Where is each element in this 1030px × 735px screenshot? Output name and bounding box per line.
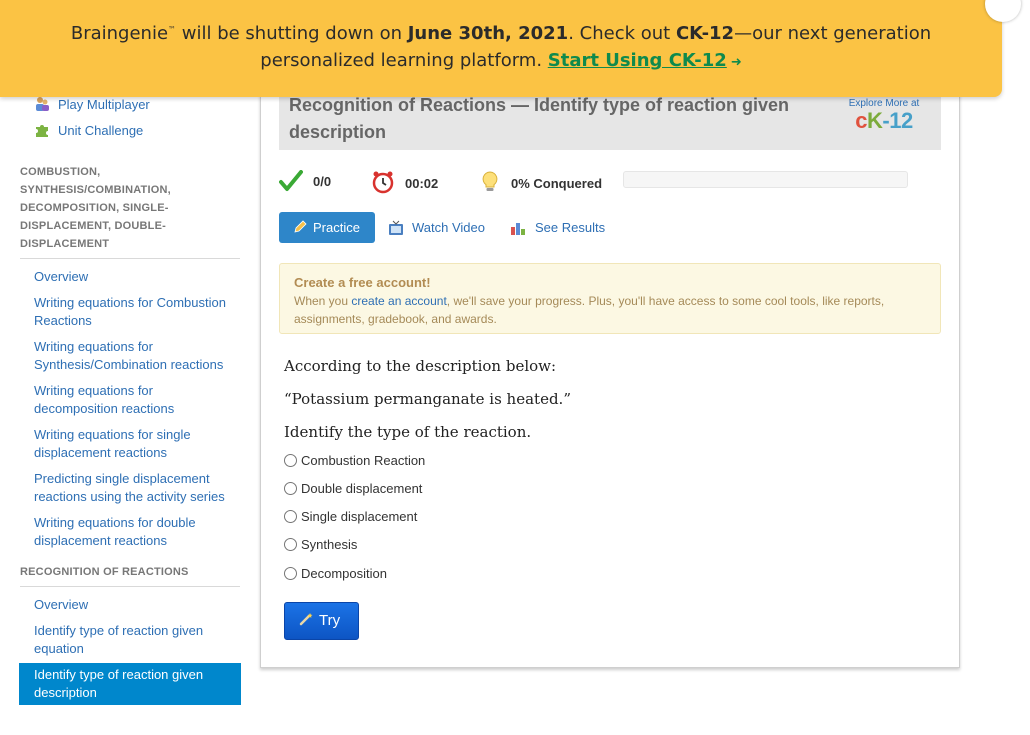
nav-identify-given-description[interactable]: Identify type of reaction given descript… <box>19 663 241 705</box>
score-value: 0/0 <box>313 174 332 189</box>
arrow-right-icon: ➜ <box>730 55 742 70</box>
nav-identify-given-equation[interactable]: Identify type of reaction given equation <box>34 622 234 658</box>
unit-challenge-label: Unit Challenge <box>58 123 144 138</box>
banner-line-2: personalized learning platform. Start Us… <box>260 50 742 71</box>
timer-stat: 00:02 <box>371 170 438 199</box>
nav-synthesis-equations[interactable]: Writing equations for Synthesis/Combinat… <box>34 338 234 374</box>
try-button-label: Try <box>319 612 341 629</box>
tab-watch-video[interactable]: Watch Video <box>388 220 485 239</box>
section-divider <box>20 586 240 587</box>
nav-combustion-equations[interactable]: Writing equations for Combustion Reactio… <box>34 294 234 330</box>
banner-line-1: Braingenie™ will be shutting down on Jun… <box>70 23 932 44</box>
section-divider <box>20 258 240 259</box>
explore-ck12-link[interactable]: Explore More at cK-12 <box>839 98 929 133</box>
magic-wand-icon <box>299 604 313 640</box>
checkmark-icon <box>279 170 303 197</box>
alarm-clock-icon <box>371 170 395 199</box>
ck12-logo: cK-12 <box>855 108 913 133</box>
start-using-ck12-link[interactable]: Start Using CK-12 <box>548 50 727 71</box>
play-multiplayer-link[interactable]: Play Multiplayer <box>34 96 150 112</box>
question-line-3: Identify the type of the reaction. <box>284 423 532 441</box>
section-title-recognition: RECOGNITION OF REACTIONS <box>20 566 189 578</box>
radio-button[interactable] <box>284 567 297 580</box>
conquered-stat: 0% Conquered <box>479 170 602 199</box>
nav-overview-1[interactable]: Overview <box>34 268 234 286</box>
sidebar: Play Multiplayer Unit Challenge COMBUSTI… <box>0 0 260 735</box>
tab-watch-video-label: Watch Video <box>412 220 485 235</box>
pencil-icon <box>293 214 307 245</box>
play-multiplayer-label: Play Multiplayer <box>58 97 150 112</box>
puzzle-icon <box>34 122 50 138</box>
question-line-2: “Potassium permanganate is heated.” <box>284 390 571 408</box>
option-single-displacement[interactable]: Single displacement <box>284 508 417 526</box>
tab-see-results[interactable]: See Results <box>510 220 605 239</box>
option-double-displacement[interactable]: Double displacement <box>284 480 422 498</box>
try-button[interactable]: Try <box>284 602 359 640</box>
create-account-notice: Create a free account! When you create a… <box>279 263 941 334</box>
multiplayer-icon <box>34 96 50 112</box>
radio-button[interactable] <box>284 510 297 523</box>
radio-button[interactable] <box>284 538 297 551</box>
tab-practice[interactable]: Practice <box>279 212 375 243</box>
nav-double-displacement-equations[interactable]: Writing equations for double displacemen… <box>34 514 234 550</box>
timer-value: 00:02 <box>405 176 439 191</box>
progress-bar <box>623 171 908 188</box>
bar-chart-icon <box>510 220 527 239</box>
section-title-combustion: COMBUSTION, SYNTHESIS/COMBINATION, DECOM… <box>20 166 171 250</box>
create-account-title: Create a free account! <box>294 275 431 290</box>
nav-overview-2[interactable]: Overview <box>34 596 234 614</box>
score-stat: 0/0 <box>279 170 331 197</box>
nav-single-displacement-equations[interactable]: Writing equations for single displacemen… <box>34 426 234 462</box>
radio-button[interactable] <box>284 454 297 467</box>
create-account-text: When you create an account, we'll save y… <box>294 294 885 326</box>
radio-button[interactable] <box>284 482 297 495</box>
option-decomposition[interactable]: Decomposition <box>284 565 387 583</box>
unit-challenge-link[interactable]: Unit Challenge <box>34 122 143 138</box>
shutdown-banner: Braingenie™ will be shutting down on Jun… <box>0 0 1002 97</box>
tab-practice-label: Practice <box>313 220 360 235</box>
page-title: Recognition of Reactions — Identify type… <box>289 95 790 142</box>
nav-predicting-single-displacement[interactable]: Predicting single displacement reactions… <box>34 470 234 506</box>
tab-see-results-label: See Results <box>535 220 606 235</box>
lightbulb-icon <box>479 170 501 199</box>
nav-decomposition-equations[interactable]: Writing equations for decomposition reac… <box>34 382 234 418</box>
tv-icon <box>388 220 404 239</box>
option-synthesis[interactable]: Synthesis <box>284 536 357 554</box>
create-account-link[interactable]: create an account <box>351 294 446 308</box>
question-line-1: According to the description below: <box>284 357 557 375</box>
conquered-value: 0% Conquered <box>511 176 603 191</box>
option-combustion[interactable]: Combustion Reaction <box>284 452 425 470</box>
